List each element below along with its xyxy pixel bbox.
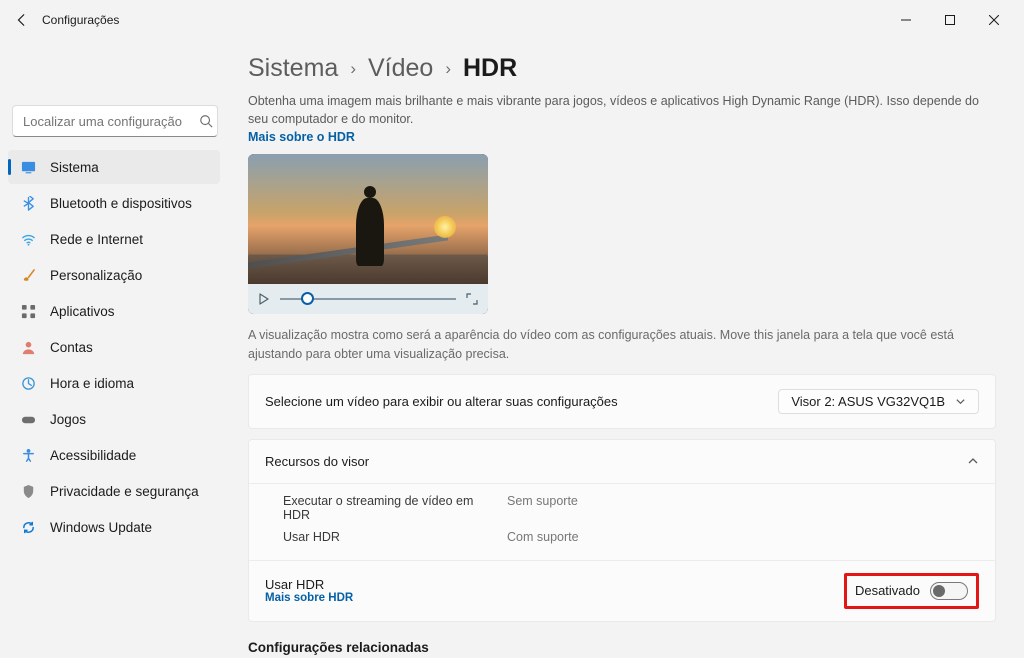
- display-features-card: Recursos do visor Executar o streaming d…: [248, 439, 996, 622]
- back-button[interactable]: [8, 6, 36, 34]
- related-section-title: Configurações relacionadas: [248, 640, 996, 655]
- feature-key: Usar HDR: [283, 530, 483, 544]
- preview-image: [248, 154, 488, 284]
- annotation-highlight: Desativado: [844, 573, 979, 609]
- display-features-list: Executar o streaming de vídeo em HDR Sem…: [249, 484, 995, 560]
- display-features-header[interactable]: Recursos do visor: [249, 440, 995, 483]
- feature-value: Com suporte: [507, 530, 579, 544]
- intro-text: Obtenha uma imagem mais brilhante e mais…: [248, 93, 996, 128]
- breadcrumb-current: HDR: [463, 54, 517, 83]
- maximize-icon: [945, 15, 955, 25]
- feature-value: Sem suporte: [507, 494, 578, 522]
- learn-more-hdr-link[interactable]: Mais sobre o HDR: [248, 130, 996, 144]
- chevron-down-icon: [955, 396, 966, 407]
- display-select-card: Selecione um vídeo para exibir ou altera…: [248, 374, 996, 429]
- breadcrumb: Sistema › Vídeo › HDR: [248, 54, 996, 83]
- window-controls: [884, 4, 1016, 36]
- play-button[interactable]: [258, 293, 270, 305]
- window-title: Configurações: [42, 13, 119, 27]
- hdr-preview-video: [248, 154, 488, 314]
- breadcrumb-video[interactable]: Vídeo: [368, 54, 433, 83]
- feature-key: Executar o streaming de vídeo em HDR: [283, 494, 483, 522]
- use-hdr-toggle[interactable]: [930, 582, 968, 600]
- display-features-title: Recursos do visor: [265, 454, 369, 469]
- minimize-button[interactable]: [884, 4, 928, 36]
- close-button[interactable]: [972, 4, 1016, 36]
- arrow-left-icon: [15, 13, 29, 27]
- fullscreen-button[interactable]: [466, 293, 478, 305]
- video-controls: [248, 284, 488, 314]
- close-icon: [989, 15, 999, 25]
- seek-thumb[interactable]: [301, 292, 314, 305]
- chevron-up-icon: [967, 455, 979, 467]
- preview-note: A visualização mostra como será a aparên…: [248, 326, 988, 364]
- use-hdr-link[interactable]: Mais sobre HDR: [265, 592, 353, 604]
- titlebar: Configurações: [0, 0, 1024, 40]
- display-select-label: Selecione um vídeo para exibir ou altera…: [265, 394, 618, 409]
- use-hdr-label: Usar HDR: [265, 577, 353, 592]
- display-select-dropdown[interactable]: Visor 2: ASUS VG32VQ1B: [778, 389, 979, 414]
- maximize-button[interactable]: [928, 4, 972, 36]
- main-content: Sistema › Vídeo › HDR Obtenha uma imagem…: [220, 40, 1024, 658]
- breadcrumb-system[interactable]: Sistema: [248, 54, 338, 83]
- chevron-right-icon: ›: [350, 59, 356, 79]
- chevron-right-icon: ›: [445, 59, 451, 79]
- toggle-state-text: Desativado: [855, 583, 920, 598]
- minimize-icon: [901, 15, 911, 25]
- seek-bar[interactable]: [280, 298, 456, 300]
- display-select-value: Visor 2: ASUS VG32VQ1B: [791, 394, 945, 409]
